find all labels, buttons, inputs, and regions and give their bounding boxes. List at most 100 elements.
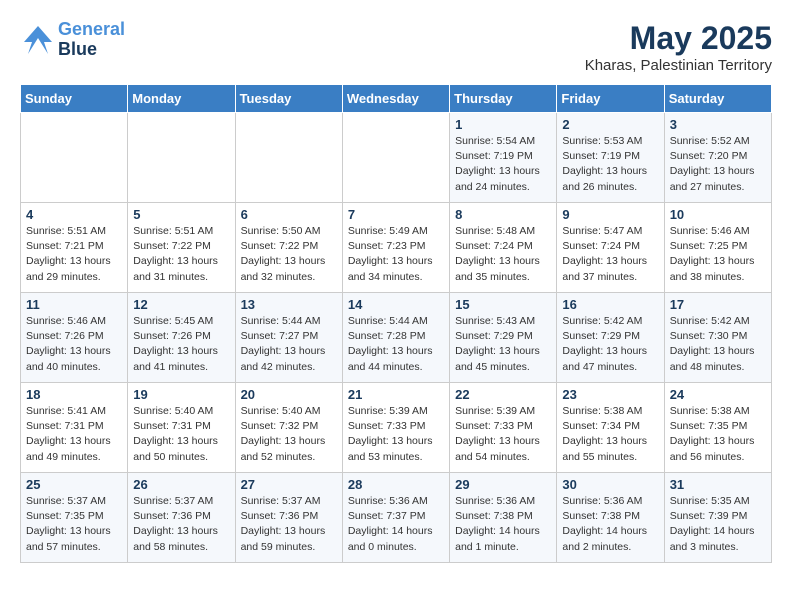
day-number: 21	[348, 387, 444, 402]
day-cell: 14Sunrise: 5:44 AM Sunset: 7:28 PM Dayli…	[342, 293, 449, 383]
day-cell: 19 Sunrise: 5:40 AM Sunset: 7:31 PM Dayli…	[128, 383, 235, 473]
day-number: 9	[562, 207, 658, 222]
week-row-2: 4Sunrise: 5:51 AM Sunset: 7:21 PM Daylig…	[21, 203, 772, 293]
day-number: 26	[133, 477, 229, 492]
logo-icon	[20, 22, 56, 58]
day-info: Sunrise: 5:44 AM Sunset: 7:28 PM Dayligh…	[348, 314, 444, 375]
day-cell: 31Sunrise: 5:35 AM Sunset: 7:39 PM Dayli…	[664, 473, 771, 563]
week-row-5: 25 Sunrise: 5:37 AM Sunset: 7:35 PM Dayli…	[21, 473, 772, 563]
day-info: Sunrise: 5:38 AM Sunset: 7:35 PM Dayligh…	[670, 404, 766, 465]
day-cell: 15Sunrise: 5:43 AM Sunset: 7:29 PM Dayli…	[450, 293, 557, 383]
day-info: Sunrise: 5:37 AM Sunset: 7:35 PM Dayligh…	[26, 494, 122, 555]
day-info: Sunrise: 5:45 AM Sunset: 7:26 PM Dayligh…	[133, 314, 229, 375]
day-info: Sunrise: 5:44 AM Sunset: 7:27 PM Dayligh…	[241, 314, 337, 375]
day-info: Sunrise: 5:54 AM Sunset: 7:19 PM Dayligh…	[455, 134, 551, 195]
day-cell	[128, 113, 235, 203]
day-info: Sunrise: 5:42 AM Sunset: 7:30 PM Dayligh…	[670, 314, 766, 375]
weekday-header-tuesday: Tuesday	[235, 85, 342, 113]
day-number: 16	[562, 297, 658, 312]
day-number: 30	[562, 477, 658, 492]
weekday-header-thursday: Thursday	[450, 85, 557, 113]
day-number: 1	[455, 117, 551, 132]
day-info: Sunrise: 5:51 AM Sunset: 7:22 PM Dayligh…	[133, 224, 229, 285]
day-cell: 25 Sunrise: 5:37 AM Sunset: 7:35 PM Dayli…	[21, 473, 128, 563]
week-row-4: 18 Sunrise: 5:41 AM Sunset: 7:31 PM Dayli…	[21, 383, 772, 473]
title-block: May 2025 Kharas, Palestinian Territory	[585, 20, 772, 74]
calendar-table: SundayMondayTuesdayWednesdayThursdayFrid…	[20, 84, 772, 563]
day-cell: 6 Sunrise: 5:50 AM Sunset: 7:22 PM Daylig…	[235, 203, 342, 293]
day-cell: 13 Sunrise: 5:44 AM Sunset: 7:27 PM Dayli…	[235, 293, 342, 383]
day-cell: 18 Sunrise: 5:41 AM Sunset: 7:31 PM Dayli…	[21, 383, 128, 473]
day-info: Sunrise: 5:39 AM Sunset: 7:33 PM Dayligh…	[455, 404, 551, 465]
day-number: 6	[241, 207, 337, 222]
weekday-header-wednesday: Wednesday	[342, 85, 449, 113]
day-number: 24	[670, 387, 766, 402]
day-cell	[235, 113, 342, 203]
day-cell: 24 Sunrise: 5:38 AM Sunset: 7:35 PM Dayli…	[664, 383, 771, 473]
day-number: 2	[562, 117, 658, 132]
day-cell: 1 Sunrise: 5:54 AM Sunset: 7:19 PM Daylig…	[450, 113, 557, 203]
day-info: Sunrise: 5:52 AM Sunset: 7:20 PM Dayligh…	[670, 134, 766, 195]
page-header: General Blue May 2025 Kharas, Palestinia…	[20, 20, 772, 74]
day-info: Sunrise: 5:40 AM Sunset: 7:31 PM Dayligh…	[133, 404, 229, 465]
day-number: 8	[455, 207, 551, 222]
month-title: May 2025	[585, 20, 772, 57]
day-number: 23	[562, 387, 658, 402]
day-cell: 28Sunrise: 5:36 AM Sunset: 7:37 PM Dayli…	[342, 473, 449, 563]
day-cell	[342, 113, 449, 203]
week-row-1: 1 Sunrise: 5:54 AM Sunset: 7:19 PM Daylig…	[21, 113, 772, 203]
weekday-header-monday: Monday	[128, 85, 235, 113]
location-subtitle: Kharas, Palestinian Territory	[585, 57, 772, 74]
day-number: 13	[241, 297, 337, 312]
day-info: Sunrise: 5:46 AM Sunset: 7:26 PM Dayligh…	[26, 314, 122, 375]
day-cell: 21Sunrise: 5:39 AM Sunset: 7:33 PM Dayli…	[342, 383, 449, 473]
day-info: Sunrise: 5:37 AM Sunset: 7:36 PM Dayligh…	[133, 494, 229, 555]
day-cell: 26 Sunrise: 5:37 AM Sunset: 7:36 PM Dayli…	[128, 473, 235, 563]
day-number: 5	[133, 207, 229, 222]
weekday-header-row: SundayMondayTuesdayWednesdayThursdayFrid…	[21, 85, 772, 113]
day-cell: 7Sunrise: 5:49 AM Sunset: 7:23 PM Daylig…	[342, 203, 449, 293]
day-info: Sunrise: 5:47 AM Sunset: 7:24 PM Dayligh…	[562, 224, 658, 285]
day-info: Sunrise: 5:43 AM Sunset: 7:29 PM Dayligh…	[455, 314, 551, 375]
day-cell: 22Sunrise: 5:39 AM Sunset: 7:33 PM Dayli…	[450, 383, 557, 473]
day-info: Sunrise: 5:42 AM Sunset: 7:29 PM Dayligh…	[562, 314, 658, 375]
day-info: Sunrise: 5:40 AM Sunset: 7:32 PM Dayligh…	[241, 404, 337, 465]
day-info: Sunrise: 5:36 AM Sunset: 7:37 PM Dayligh…	[348, 494, 444, 555]
day-cell: 17 Sunrise: 5:42 AM Sunset: 7:30 PM Dayli…	[664, 293, 771, 383]
day-cell: 2 Sunrise: 5:53 AM Sunset: 7:19 PM Daylig…	[557, 113, 664, 203]
day-number: 25	[26, 477, 122, 492]
logo: General Blue	[20, 20, 125, 60]
weekday-header-saturday: Saturday	[664, 85, 771, 113]
day-cell: 4Sunrise: 5:51 AM Sunset: 7:21 PM Daylig…	[21, 203, 128, 293]
day-number: 3	[670, 117, 766, 132]
day-number: 18	[26, 387, 122, 402]
day-info: Sunrise: 5:49 AM Sunset: 7:23 PM Dayligh…	[348, 224, 444, 285]
day-number: 11	[26, 297, 122, 312]
day-number: 17	[670, 297, 766, 312]
day-info: Sunrise: 5:41 AM Sunset: 7:31 PM Dayligh…	[26, 404, 122, 465]
day-cell	[21, 113, 128, 203]
day-info: Sunrise: 5:38 AM Sunset: 7:34 PM Dayligh…	[562, 404, 658, 465]
day-cell: 30 Sunrise: 5:36 AM Sunset: 7:38 PM Dayli…	[557, 473, 664, 563]
day-info: Sunrise: 5:50 AM Sunset: 7:22 PM Dayligh…	[241, 224, 337, 285]
day-cell: 3 Sunrise: 5:52 AM Sunset: 7:20 PM Daylig…	[664, 113, 771, 203]
day-info: Sunrise: 5:36 AM Sunset: 7:38 PM Dayligh…	[455, 494, 551, 555]
day-number: 27	[241, 477, 337, 492]
logo-text: General Blue	[58, 20, 125, 60]
day-number: 19	[133, 387, 229, 402]
day-number: 29	[455, 477, 551, 492]
day-cell: 9 Sunrise: 5:47 AM Sunset: 7:24 PM Daylig…	[557, 203, 664, 293]
day-number: 4	[26, 207, 122, 222]
day-number: 20	[241, 387, 337, 402]
day-info: Sunrise: 5:37 AM Sunset: 7:36 PM Dayligh…	[241, 494, 337, 555]
day-cell: 27 Sunrise: 5:37 AM Sunset: 7:36 PM Dayli…	[235, 473, 342, 563]
day-cell: 20 Sunrise: 5:40 AM Sunset: 7:32 PM Dayli…	[235, 383, 342, 473]
day-cell: 29 Sunrise: 5:36 AM Sunset: 7:38 PM Dayli…	[450, 473, 557, 563]
day-number: 31	[670, 477, 766, 492]
day-info: Sunrise: 5:46 AM Sunset: 7:25 PM Dayligh…	[670, 224, 766, 285]
day-info: Sunrise: 5:53 AM Sunset: 7:19 PM Dayligh…	[562, 134, 658, 195]
day-cell: 11 Sunrise: 5:46 AM Sunset: 7:26 PM Dayli…	[21, 293, 128, 383]
week-row-3: 11 Sunrise: 5:46 AM Sunset: 7:26 PM Dayli…	[21, 293, 772, 383]
weekday-header-sunday: Sunday	[21, 85, 128, 113]
day-info: Sunrise: 5:36 AM Sunset: 7:38 PM Dayligh…	[562, 494, 658, 555]
